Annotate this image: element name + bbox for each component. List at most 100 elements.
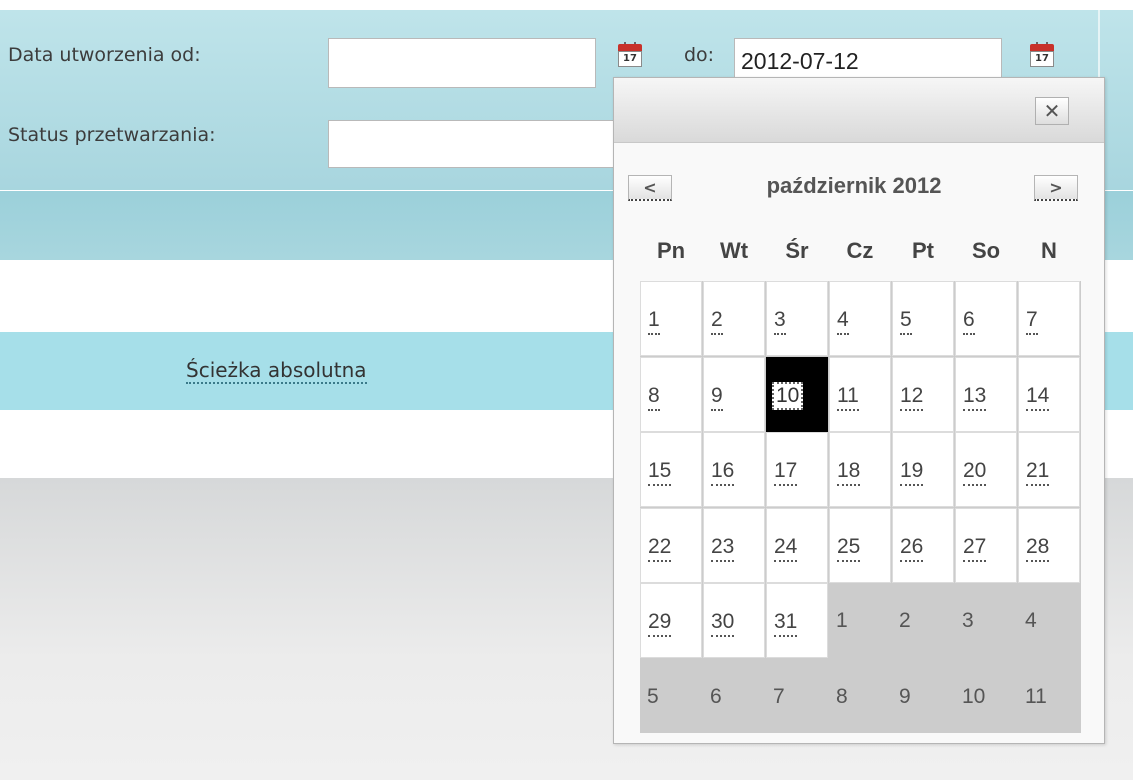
day-number: 8 (648, 384, 660, 411)
day-number: 29 (648, 610, 672, 637)
day-number: 28 (1026, 535, 1050, 562)
day-number: 10 (772, 381, 804, 410)
day-cell[interactable]: 8 (640, 356, 702, 432)
day-cell-other-month: 7 (766, 659, 828, 734)
day-number: 27 (963, 535, 987, 562)
day-number: 13 (963, 384, 987, 411)
weekday-label: Cz (846, 238, 874, 263)
day-number: 20 (963, 459, 987, 486)
day-number: 24 (774, 535, 798, 562)
weekday-label: So (971, 238, 1001, 263)
day-number: 8 (836, 684, 848, 708)
day-cell[interactable]: 17 (766, 432, 828, 507)
prev-month-button[interactable]: < (628, 175, 672, 201)
date-to-label: do: (684, 44, 715, 66)
day-cell[interactable]: 12 (892, 356, 954, 432)
day-cell[interactable]: 16 (703, 432, 765, 507)
day-cell[interactable]: 25 (829, 507, 891, 583)
day-cell[interactable]: 7 (1018, 281, 1080, 356)
day-cell-other-month: 2 (892, 583, 954, 658)
day-cell-other-month: 10 (955, 659, 1017, 734)
day-number: 17 (774, 459, 798, 486)
status-label: Status przetwarzania: (8, 124, 216, 146)
weekday-label: Pt (912, 238, 934, 263)
day-cell[interactable]: 18 (829, 432, 891, 507)
weekday-label: Śr (785, 238, 809, 263)
day-number: 7 (1026, 308, 1038, 335)
close-button[interactable]: ✕ (1035, 97, 1069, 125)
day-cell-selected[interactable]: 10 (766, 356, 828, 432)
date-to-input[interactable] (734, 38, 1002, 80)
weekday-header: Pn Wt Śr Cz Pt So N (640, 238, 1080, 268)
day-cell[interactable]: 29 (640, 583, 702, 658)
day-number: 6 (963, 308, 975, 335)
day-number: 1 (648, 308, 660, 335)
day-cell[interactable]: 13 (955, 356, 1017, 432)
day-cell[interactable]: 15 (640, 432, 702, 507)
day-number: 30 (711, 610, 735, 637)
day-number: 5 (647, 684, 659, 708)
day-number: 7 (773, 684, 785, 708)
day-cell-other-month: 6 (703, 659, 765, 734)
day-cell[interactable]: 14 (1018, 356, 1080, 432)
day-number: 2 (899, 609, 911, 632)
days-grid: 1 2 3 4 5 6 7 8 9 10 11 12 13 14 15 16 17 18 19 20 21 22 23 24 2… (640, 281, 1081, 733)
day-number: 11 (1025, 684, 1047, 708)
day-cell[interactable]: 20 (955, 432, 1017, 507)
day-cell[interactable]: 1 (640, 281, 702, 356)
day-cell[interactable]: 24 (766, 507, 828, 583)
day-cell[interactable]: 3 (766, 281, 828, 356)
day-number: 11 (837, 384, 859, 411)
day-number: 3 (774, 308, 786, 335)
day-number: 22 (648, 535, 672, 562)
status-input[interactable] (328, 120, 628, 168)
day-number: 9 (899, 684, 911, 708)
day-cell[interactable]: 28 (1018, 507, 1080, 583)
day-cell[interactable]: 31 (766, 583, 828, 658)
datepicker-popup: ✕ < październik 2012 > Pn Wt Śr Cz Pt So… (613, 77, 1105, 744)
day-number: 9 (711, 384, 723, 411)
month-title: październik 2012 (766, 173, 942, 198)
day-cell[interactable]: 30 (703, 583, 765, 658)
day-cell[interactable]: 11 (829, 356, 891, 432)
day-number: 1 (836, 609, 848, 632)
day-number: 6 (710, 684, 722, 708)
calendar-icon[interactable]: 17 (1030, 42, 1054, 67)
weekday-label: Wt (719, 238, 749, 263)
day-cell[interactable]: 27 (955, 507, 1017, 583)
day-cell[interactable]: 5 (892, 281, 954, 356)
day-number: 31 (774, 610, 798, 637)
day-cell-other-month: 9 (892, 659, 954, 734)
day-cell-other-month: 4 (1018, 583, 1080, 658)
day-number: 5 (900, 308, 912, 335)
datepicker-header: ✕ (614, 78, 1104, 143)
calendar-icon[interactable]: 17 (618, 42, 642, 67)
next-month-button[interactable]: > (1034, 175, 1078, 201)
day-number: 23 (711, 535, 735, 562)
date-from-input[interactable] (328, 38, 596, 88)
day-number: 4 (837, 308, 849, 335)
day-cell-other-month: 8 (829, 659, 891, 734)
day-cell[interactable]: 19 (892, 432, 954, 507)
day-number: 25 (837, 535, 861, 562)
day-cell[interactable]: 26 (892, 507, 954, 583)
day-number: 12 (900, 384, 924, 411)
day-cell-other-month: 11 (1018, 659, 1080, 734)
day-cell[interactable]: 6 (955, 281, 1017, 356)
date-from-label: Data utworzenia od: (8, 44, 201, 66)
day-cell[interactable]: 4 (829, 281, 891, 356)
day-cell-other-month: 5 (640, 659, 702, 734)
day-cell[interactable]: 9 (703, 356, 765, 432)
day-cell[interactable]: 22 (640, 507, 702, 583)
day-number: 15 (648, 459, 672, 486)
day-cell-other-month: 1 (829, 583, 891, 658)
absolute-path-link[interactable]: Ścieżka absolutna (186, 358, 367, 384)
day-cell[interactable]: 2 (703, 281, 765, 356)
day-cell[interactable]: 21 (1018, 432, 1080, 507)
day-cell[interactable]: 23 (703, 507, 765, 583)
day-number: 2 (711, 308, 723, 335)
day-number: 26 (900, 535, 924, 562)
day-number: 14 (1026, 384, 1050, 411)
day-number: 19 (900, 459, 924, 486)
day-number: 10 (962, 684, 986, 708)
